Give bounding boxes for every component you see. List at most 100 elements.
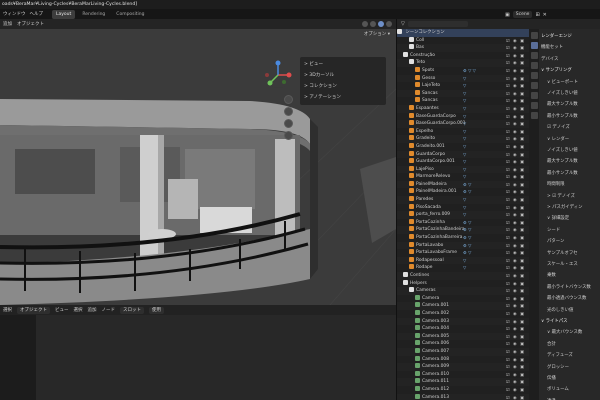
- outliner-row[interactable]: PainelMadeira.001 ⚙ ▽ ☑ ◉ ▣: [397, 188, 529, 196]
- visibility-toggles-icon[interactable]: ☑ ◉ ▣: [506, 151, 525, 159]
- navigation-gizmo[interactable]: [262, 59, 294, 91]
- visibility-toggles-icon[interactable]: ☑ ◉ ▣: [506, 348, 525, 356]
- outliner-row[interactable]: Spots ⚙ ▽ ▽ ☑ ◉ ▣: [397, 66, 529, 75]
- outliner-row[interactable]: Rodape ▽ ☑ ◉ ▣: [397, 264, 529, 272]
- visibility-toggles-icon[interactable]: ☑ ◉ ▣: [506, 386, 525, 394]
- visibility-toggles-icon[interactable]: ☑ ◉ ▣: [506, 226, 525, 234]
- visibility-toggles-icon[interactable]: ☑ ◉ ▣: [506, 97, 525, 105]
- visibility-toggles-icon[interactable]: ☑ ◉ ▣: [506, 158, 525, 166]
- npanel-3d-cursor[interactable]: > 3Dカーソル: [304, 70, 382, 81]
- visibility-toggles-icon[interactable]: ☑ ◉ ▣: [506, 105, 525, 113]
- visibility-toggles-icon[interactable]: ☑ ◉ ▣: [506, 272, 525, 280]
- lower-select-menu[interactable]: 選択: [3, 307, 12, 313]
- wireframe-shading-icon[interactable]: [362, 21, 368, 27]
- outliner-search-input[interactable]: [407, 21, 468, 27]
- new-scene-icon[interactable]: ⊞: [535, 12, 539, 18]
- visibility-toggles-icon[interactable]: ☑ ◉ ▣: [506, 188, 525, 196]
- outliner-row[interactable]: GuardaCorpo ▽ ☑ ◉ ▣: [397, 150, 529, 159]
- outliner-row[interactable]: Camera.008 ☑ ◉ ▣: [397, 355, 529, 364]
- outliner-row[interactable]: Coll ☑ ◉ ▣: [397, 36, 529, 45]
- visibility-toggles-icon[interactable]: ☑ ◉ ▣: [506, 234, 525, 242]
- outliner-row[interactable]: Camera.006 ☑ ◉ ▣: [397, 340, 529, 348]
- pan-hand-icon[interactable]: [284, 107, 293, 116]
- lower-view-menu[interactable]: ビュー: [55, 307, 69, 313]
- visibility-toggles-icon[interactable]: ☑ ◉ ▣: [506, 363, 525, 371]
- visibility-toggles-icon[interactable]: ☑ ◉ ▣: [506, 52, 525, 60]
- outliner-row[interactable]: Camera.011 ☑ ◉ ▣: [397, 378, 529, 386]
- outliner-row[interactable]: Camera.010 ☑ ◉ ▣: [397, 370, 529, 379]
- output-tab-icon[interactable]: [530, 52, 538, 59]
- outliner-row[interactable]: Gesso ▽ ☑ ◉ ▣: [397, 74, 529, 83]
- outliner-row[interactable]: LajePiso ▽ ☑ ◉ ▣: [397, 165, 529, 174]
- visibility-toggles-icon[interactable]: ☑ ◉ ▣: [506, 120, 525, 128]
- world-tab-icon[interactable]: [530, 82, 538, 89]
- outliner-row[interactable]: BaseGuardaCorpo.001 ▽ ☑ ◉ ▣: [397, 120, 529, 128]
- outliner-row[interactable]: Helpers ☑ ◉ ▣: [397, 279, 529, 288]
- visibility-toggles-icon[interactable]: ☑ ◉ ▣: [506, 219, 525, 227]
- outliner-row[interactable]: Sancas ▽ ☑ ◉ ▣: [397, 89, 529, 98]
- viewport-object-menu[interactable]: オブジェクト: [17, 21, 44, 27]
- npanel-view[interactable]: > ビュー: [304, 59, 382, 70]
- outliner-row[interactable]: Camera.009 ☑ ◉ ▣: [397, 363, 529, 371]
- slot-dropdown[interactable]: スロット: [120, 306, 144, 314]
- menu-help[interactable]: ヘルプ: [30, 10, 44, 19]
- visibility-toggles-icon[interactable]: ☑ ◉ ▣: [506, 90, 525, 98]
- use-field[interactable]: 使用: [149, 306, 164, 314]
- visibility-toggles-icon[interactable]: ☑ ◉ ▣: [506, 44, 525, 52]
- visibility-toggles-icon[interactable]: ☑ ◉ ▣: [506, 196, 525, 204]
- visibility-toggles-icon[interactable]: ☑ ◉ ▣: [506, 302, 525, 310]
- visibility-toggles-icon[interactable]: ☑ ◉ ▣: [506, 318, 525, 326]
- property-label[interactable]: ∨ サンプリング: [541, 67, 572, 73]
- visibility-toggles-icon[interactable]: ☑ ◉ ▣: [506, 135, 525, 143]
- material-shading-icon[interactable]: [378, 21, 384, 27]
- node-editor-area[interactable]: [36, 315, 396, 400]
- visibility-toggles-icon[interactable]: ☑ ◉ ▣: [506, 166, 525, 174]
- outliner-row[interactable]: Gradeito ▽ ☑ ◉ ▣: [397, 135, 529, 143]
- visibility-toggles-icon[interactable]: ☑ ◉ ▣: [506, 113, 525, 121]
- tool-tab-icon[interactable]: [530, 32, 538, 39]
- menu-window[interactable]: ウィンドウ: [3, 10, 26, 19]
- scene-tab-icon[interactable]: [530, 72, 538, 79]
- visibility-toggles-icon[interactable]: ☑ ◉ ▣: [506, 394, 525, 400]
- tab-compositing[interactable]: Compositing: [112, 10, 148, 19]
- property-label[interactable]: レンダーエンジ: [541, 33, 572, 39]
- tab-layout[interactable]: Layout: [52, 10, 76, 19]
- rendered-shading-icon[interactable]: [386, 21, 392, 27]
- lower-object-dropdown[interactable]: オブジェクト: [17, 306, 50, 314]
- outliner-row[interactable]: BaseGuardaCorpo ▽ ☑ ◉ ▣: [397, 112, 529, 121]
- outliner-row[interactable]: Camera ☑ ◉ ▣: [397, 294, 529, 303]
- property-label[interactable]: ∨ ライトパス: [541, 318, 568, 324]
- outliner-row[interactable]: Rodapessoal ▽ ☑ ◉ ▣: [397, 256, 529, 265]
- view-layer-tab-icon[interactable]: [530, 62, 538, 69]
- lower-node-menu[interactable]: ノード: [102, 307, 116, 313]
- visibility-toggles-icon[interactable]: ☑ ◉ ▣: [506, 143, 525, 151]
- render-tab-icon[interactable]: [530, 42, 538, 49]
- outliner-row[interactable]: Sancas ▽ ☑ ◉ ▣: [397, 97, 529, 105]
- outliner-row[interactable]: PortaCozinhaBarreira ⚙ ▽ ☑ ◉ ▣: [397, 234, 529, 242]
- outliner-row[interactable]: Espelho ▽ ☑ ◉ ▣: [397, 127, 529, 136]
- viewport-add-menu[interactable]: 追加: [3, 21, 12, 27]
- solid-shading-icon[interactable]: [370, 21, 376, 27]
- outliner-row[interactable]: Contines ☑ ◉ ▣: [397, 272, 529, 280]
- visibility-toggles-icon[interactable]: ☑ ◉ ▣: [506, 310, 525, 318]
- outliner-row[interactable]: Camera.012 ☑ ◉ ▣: [397, 385, 529, 394]
- remove-scene-icon[interactable]: ✕: [543, 12, 547, 18]
- visibility-toggles-icon[interactable]: ☑ ◉ ▣: [506, 295, 525, 303]
- scene-name-field[interactable]: Scene: [512, 11, 533, 18]
- outliner-row[interactable]: LajeTeto ▽ ☑ ◉ ▣: [397, 82, 529, 90]
- outliner-row[interactable]: Camera.001 ☑ ◉ ▣: [397, 302, 529, 310]
- tab-rendering[interactable]: Rendering: [78, 10, 109, 19]
- npanel-annotation[interactable]: > アノテーション: [304, 92, 382, 103]
- outliner-row[interactable]: PortaCozinhaBandeira ⚙ ▽ ☑ ◉ ▣: [397, 226, 529, 235]
- outliner-row[interactable]: PortaLavaboFrame ⚙ ▽ ☑ ◉ ▣: [397, 249, 529, 257]
- camera-view-icon[interactable]: [284, 119, 293, 128]
- visibility-toggles-icon[interactable]: ☑ ◉ ▣: [506, 356, 525, 364]
- visibility-toggles-icon[interactable]: ☑ ◉ ▣: [506, 264, 525, 272]
- viewport-options-dropdown[interactable]: オプション ▾: [364, 31, 390, 37]
- outliner-row[interactable]: Espaantes ▽ ☑ ◉ ▣: [397, 104, 529, 113]
- outliner-row[interactable]: Bas ☑ ◉ ▣: [397, 44, 529, 52]
- visibility-toggles-icon[interactable]: ☑ ◉ ▣: [506, 128, 525, 136]
- visibility-toggles-icon[interactable]: ☑ ◉ ▣: [506, 211, 525, 219]
- visibility-toggles-icon[interactable]: ☑ ◉ ▣: [506, 333, 525, 341]
- visibility-toggles-icon[interactable]: ☑ ◉ ▣: [506, 242, 525, 250]
